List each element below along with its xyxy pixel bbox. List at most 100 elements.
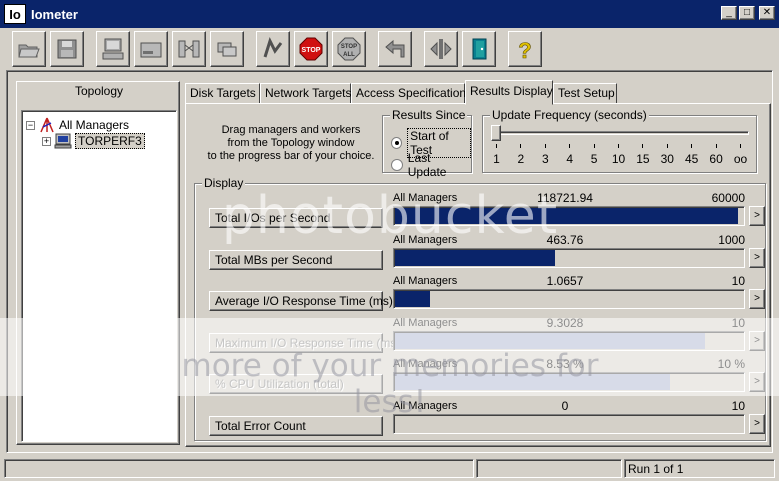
floppy-disk-icon	[57, 39, 77, 59]
photobucket-watermark-logo: photobucket	[221, 186, 559, 246]
maximize-button[interactable]: □	[739, 6, 755, 20]
split-arrows-icon	[430, 39, 452, 59]
green-flag-icon	[263, 37, 283, 58]
stop-label: STOP	[302, 47, 321, 54]
about-button[interactable]: ?	[508, 31, 542, 67]
result-bar-fill	[395, 249, 556, 266]
status-cell-2	[476, 459, 622, 478]
duplicate-icon	[217, 42, 237, 57]
radio-button-last[interactable]	[391, 159, 403, 171]
result-scope-avg-response: All Managers	[393, 275, 458, 287]
new-manager-button[interactable]	[96, 31, 130, 67]
tab-network-targets[interactable]: Network Targets	[260, 83, 351, 104]
topology-title: Topology	[74, 84, 124, 98]
result-bar-avg-response[interactable]	[393, 289, 745, 309]
slider-tick	[520, 144, 522, 148]
slider-tick-label: 2	[517, 152, 525, 166]
result-max-total-mbs: 1000	[718, 232, 745, 247]
result-max-total-ios: 60000	[711, 191, 745, 205]
radio-last-update[interactable]: Last Update	[391, 151, 471, 179]
slider-tick	[544, 144, 546, 148]
help-label: ?	[518, 38, 531, 61]
network-worker-icon	[178, 40, 200, 58]
tab-disk-targets[interactable]: Disk Targets	[185, 83, 260, 104]
instruction-line-1: Drag managers and workers	[221, 124, 361, 136]
result-max-error-count: 10	[731, 398, 745, 413]
tree-item-manager[interactable]: + TORPERF3	[42, 133, 145, 149]
new-disk-worker-button[interactable]	[134, 31, 168, 67]
open-folder-icon	[18, 44, 40, 58]
drag-instructions: Drag managers and workers from the Topol…	[196, 124, 386, 163]
help-question-icon: ?	[518, 38, 532, 61]
disk-worker-icon	[140, 42, 162, 58]
stop-all-icon: STOP ALL	[337, 37, 361, 61]
update-frequency-group: Update Frequency (seconds) 1 2 3 4 5 10 15 30 45…	[482, 108, 757, 173]
tree-label-all-managers: All Managers	[59, 118, 130, 132]
slider-tick-label: oo	[733, 152, 748, 166]
computer-icon	[102, 38, 124, 60]
stop-all-label: STOP	[341, 44, 357, 50]
result-bar-fill	[395, 291, 430, 307]
tree-label-manager: TORPERF3	[75, 133, 145, 149]
update-frequency-track[interactable]	[493, 131, 749, 135]
stop-sign-icon: STOP	[299, 37, 323, 61]
tree-item-all-managers[interactable]: − All Managers	[26, 117, 129, 133]
slider-tick	[666, 144, 668, 148]
slider-tick	[593, 144, 595, 148]
metric-select-avg-response[interactable]: Average I/O Response Time (ms)	[209, 291, 393, 311]
toolbar: STOP STOP ALL ?	[0, 28, 779, 70]
status-bar: Run 1 of 1	[4, 459, 775, 479]
slider-tick-label: 3	[541, 152, 549, 166]
duplicate-worker-button[interactable]	[210, 31, 244, 67]
photobucket-watermark-text: more of your memories for less!	[181, 348, 599, 420]
result-bar-total-mbs[interactable]	[393, 247, 745, 268]
tab-test-setup[interactable]: Test Setup	[553, 83, 617, 104]
slider-tick-label: 10	[611, 152, 626, 166]
start-tests-button[interactable]	[256, 31, 290, 67]
stop-all-sub-label: ALL	[343, 52, 355, 58]
update-frequency-title: Update Frequency (seconds)	[490, 108, 649, 122]
slider-tick	[715, 144, 717, 148]
iometer-app-icon: Io	[4, 4, 26, 24]
radio-label-last: Last Update	[407, 151, 447, 179]
collapse-toggle[interactable]: −	[26, 120, 35, 130]
slider-tick-label: 5	[590, 152, 598, 166]
open-config-button[interactable]	[12, 31, 46, 67]
result-details-button-error-count[interactable]: >	[749, 413, 765, 434]
update-frequency-slider[interactable]	[491, 125, 501, 141]
quit-button[interactable]	[462, 31, 496, 67]
status-run-count: Run 1 of 1	[624, 459, 775, 478]
slider-tick-label: 15	[636, 152, 650, 166]
stop-all-button[interactable]: STOP ALL	[332, 31, 366, 67]
slider-tick	[642, 144, 644, 148]
tab-access-specifications[interactable]: Access Specifications	[351, 83, 472, 104]
exit-door-icon	[472, 38, 487, 60]
manager-computer-icon	[54, 133, 72, 149]
slider-tick-label: 4	[566, 152, 574, 166]
window-title: Iometer	[31, 6, 78, 22]
slider-tick-label: 30	[660, 152, 674, 166]
reset-workers-button[interactable]	[378, 31, 412, 67]
result-details-button-total-mbs[interactable]: >	[749, 247, 765, 268]
result-details-button-total-ios[interactable]: >	[749, 206, 765, 226]
slider-tick	[740, 144, 741, 148]
tab-results-display[interactable]: Results Display	[465, 80, 553, 105]
minimize-button[interactable]: _	[721, 6, 737, 20]
stop-button[interactable]: STOP	[294, 31, 328, 67]
new-network-worker-button[interactable]	[172, 31, 206, 67]
exit-button[interactable]	[424, 31, 458, 67]
result-details-button-avg-response[interactable]: >	[749, 289, 765, 309]
save-config-button[interactable]	[50, 31, 84, 67]
slider-tick	[618, 144, 619, 148]
result-value-avg-response: 1.0657	[546, 274, 584, 288]
result-max-avg-response: 10	[731, 274, 745, 288]
radio-button-start[interactable]	[391, 137, 403, 149]
status-cell-1	[4, 459, 474, 478]
slider-tick	[496, 144, 497, 148]
results-since-title: Results Since	[390, 108, 468, 122]
metric-select-total-mbs[interactable]: Total MBs per Second	[209, 249, 383, 270]
expand-toggle[interactable]: +	[42, 136, 51, 146]
slider-tick-label: 45	[685, 152, 699, 166]
instruction-line-3: to the progress bar of your choice.	[207, 150, 375, 162]
close-button[interactable]: ✕	[759, 6, 775, 20]
